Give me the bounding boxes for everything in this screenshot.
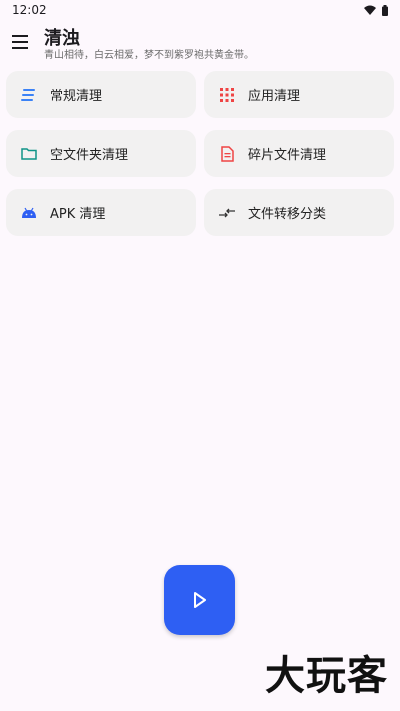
card-file-transfer-classify[interactable]: 文件转移分类 [204, 189, 394, 236]
apps-grid-icon [218, 86, 236, 104]
card-label: 应用清理 [248, 89, 301, 104]
status-time: 12:02 [12, 3, 47, 17]
lines-icon [20, 86, 38, 104]
watermark-logo: 大玩客 [265, 653, 388, 699]
menu-button[interactable] [12, 34, 30, 49]
card-fragment-file-cleanup[interactable]: 碎片文件清理 [204, 130, 394, 177]
android-icon [20, 204, 38, 222]
start-cleanup-button[interactable] [164, 565, 235, 635]
card-apk-cleanup[interactable]: APK 清理 [6, 189, 196, 236]
transfer-icon [218, 204, 236, 222]
card-label: 空文件夹清理 [50, 148, 129, 163]
document-icon [218, 145, 236, 163]
card-label: APK 清理 [50, 207, 106, 222]
card-label: 文件转移分类 [248, 207, 327, 222]
cleanup-options-grid: 常规清理 应用清理 空文件夹清理 碎片文件清理 APK 清理 文件转移分类 [6, 71, 394, 236]
card-empty-folder-cleanup[interactable]: 空文件夹清理 [6, 130, 196, 177]
card-label: 碎片文件清理 [248, 148, 327, 163]
card-app-cleanup[interactable]: 应用清理 [204, 71, 394, 118]
menu-icon [12, 35, 28, 49]
status-icons [364, 4, 388, 16]
folder-icon [20, 145, 38, 163]
app-subtitle: 青山相待，白云相爱，梦不到紫罗袍共黄金带。 [44, 50, 254, 61]
card-general-cleanup[interactable]: 常规清理 [6, 71, 196, 118]
status-bar: 12:02 [0, 0, 400, 20]
battery-icon [382, 4, 388, 16]
wifi-icon [364, 5, 376, 15]
play-icon [193, 592, 206, 608]
card-label: 常规清理 [50, 89, 103, 104]
app-bar: 清浊 青山相待，白云相爱，梦不到紫罗袍共黄金带。 [0, 20, 400, 64]
